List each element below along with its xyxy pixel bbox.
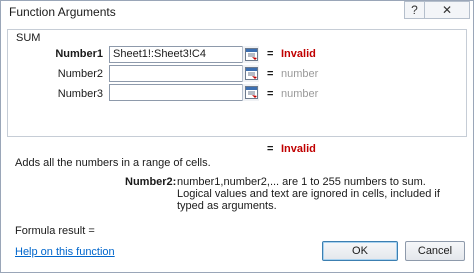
title-bar: Function Arguments ? ✕	[1, 1, 473, 23]
number1-ref-button[interactable]	[242, 46, 259, 63]
function-description: Adds all the numbers in a range of cells…	[15, 157, 211, 169]
number1-input[interactable]: Sheet1!:Sheet3!C4	[109, 46, 259, 63]
number3-ref-button[interactable]	[242, 84, 259, 101]
number1-label: Number1	[55, 48, 103, 60]
number1-result: Invalid	[281, 48, 316, 60]
function-arguments-dialog: Function Arguments ? ✕ SUM Number1 Sheet…	[0, 0, 474, 273]
argument-help-name: Number2:	[125, 176, 177, 188]
collapse-dialog-icon	[245, 86, 258, 99]
number3-result: number	[281, 88, 319, 100]
help-on-function-link[interactable]: Help on this function	[15, 246, 115, 258]
number3-label: Number3	[57, 88, 103, 100]
number2-ref-button[interactable]	[242, 65, 259, 82]
formula-result: Formula result =	[15, 225, 95, 237]
number2-input[interactable]	[109, 65, 259, 82]
argument-help-text: number1,number2,... are 1 to 255 numbers…	[177, 176, 440, 212]
number2-equals: =	[267, 68, 274, 80]
number2-result: number	[281, 68, 319, 80]
help-button[interactable]: ?	[404, 1, 424, 19]
function-name: SUM	[14, 32, 43, 44]
total-equals: =	[267, 143, 274, 155]
close-button[interactable]: ✕	[424, 1, 470, 19]
number1-equals: =	[267, 48, 274, 60]
collapse-dialog-icon	[245, 67, 258, 80]
number2-label: Number2	[57, 68, 103, 80]
total-result: Invalid	[281, 143, 316, 155]
window-title: Function Arguments	[9, 5, 116, 19]
cancel-button[interactable]: Cancel	[405, 241, 465, 261]
ok-button[interactable]: OK	[322, 241, 398, 261]
number3-equals: =	[267, 88, 274, 100]
collapse-dialog-icon	[245, 48, 258, 61]
number3-input[interactable]	[109, 84, 259, 101]
